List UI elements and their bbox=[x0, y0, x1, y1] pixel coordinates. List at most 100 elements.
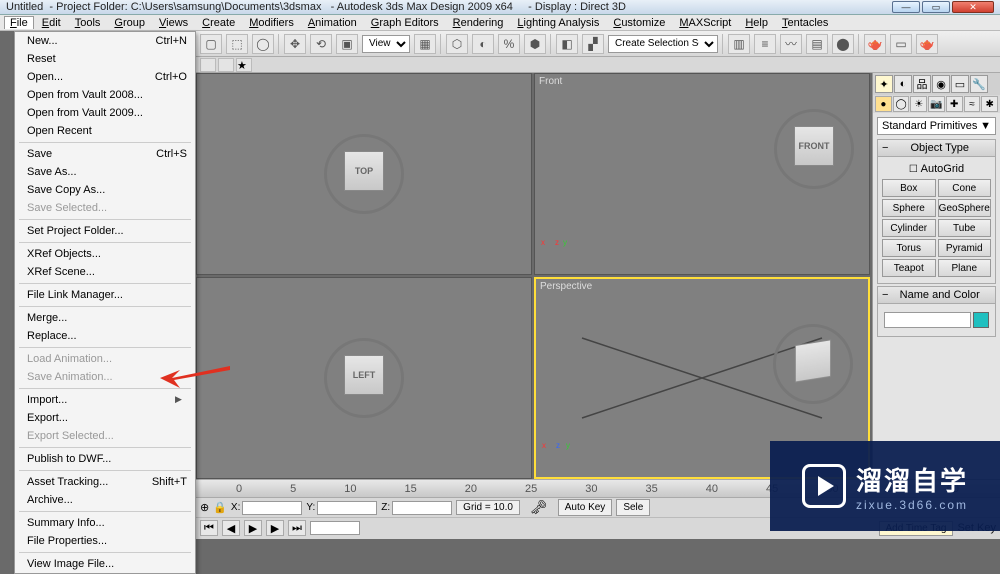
file-menu-open-from-vault-2008[interactable]: Open from Vault 2008... bbox=[15, 86, 195, 104]
file-menu-open-recent[interactable]: Open Recent▶ bbox=[15, 122, 195, 140]
file-menu-file-link-manager[interactable]: File Link Manager... bbox=[15, 286, 195, 304]
file-menu-import[interactable]: Import... bbox=[15, 391, 195, 409]
spacewarps-category-icon[interactable]: ≈ bbox=[964, 96, 981, 112]
primitive-cylinder-button[interactable]: Cylinder bbox=[882, 219, 936, 237]
toolbar-mirror-icon[interactable]: ▞ bbox=[582, 34, 604, 54]
primitive-torus-button[interactable]: Torus bbox=[882, 239, 936, 257]
primitive-category-dropdown[interactable]: Standard Primitives▼ bbox=[877, 117, 996, 135]
object-color-swatch[interactable] bbox=[973, 312, 989, 328]
primitive-plane-button[interactable]: Plane bbox=[938, 259, 992, 277]
file-menu-merge[interactable]: Merge... bbox=[15, 309, 195, 327]
toolbar-select-icon[interactable]: ▢ bbox=[200, 34, 222, 54]
file-menu-save[interactable]: SaveCtrl+S bbox=[15, 145, 195, 163]
file-menu-export[interactable]: Export... bbox=[15, 409, 195, 427]
toolbar-region-icon[interactable]: ⬚ bbox=[226, 34, 248, 54]
file-menu-save-copy-as[interactable]: Save Copy As... bbox=[15, 181, 195, 199]
primitive-tube-button[interactable]: Tube bbox=[938, 219, 992, 237]
menu-tentacles[interactable]: Tentacles bbox=[776, 16, 834, 30]
menu-views[interactable]: Views bbox=[153, 16, 194, 30]
file-menu-reset[interactable]: Reset bbox=[15, 50, 195, 68]
file-menu-save-as[interactable]: Save As... bbox=[15, 163, 195, 181]
viewport-left[interactable]: LEFT bbox=[196, 277, 532, 479]
y-coord-input[interactable] bbox=[317, 501, 377, 515]
file-menu-replace[interactable]: Replace... bbox=[15, 327, 195, 345]
toolbar-rotate-icon[interactable]: ⟲ bbox=[310, 34, 332, 54]
file-menu-xref-scene[interactable]: XRef Scene... bbox=[15, 263, 195, 281]
toolbar-scale-icon[interactable]: ▣ bbox=[336, 34, 358, 54]
window-close-button[interactable]: ✕ bbox=[952, 1, 994, 13]
motion-panel-tab[interactable]: ◉ bbox=[932, 75, 950, 93]
menu-lighting-analysis[interactable]: Lighting Analysis bbox=[511, 16, 605, 30]
play-icon[interactable]: ▶ bbox=[244, 520, 262, 536]
create-panel-tab[interactable]: ✦ bbox=[875, 75, 893, 93]
primitive-sphere-button[interactable]: Sphere bbox=[882, 199, 936, 217]
file-menu-open-from-vault-2009[interactable]: Open from Vault 2009... bbox=[15, 104, 195, 122]
z-coord-input[interactable] bbox=[392, 501, 452, 515]
geometry-category-icon[interactable]: ● bbox=[875, 96, 892, 112]
selection-set-dropdown[interactable]: Create Selection Set bbox=[608, 35, 718, 53]
window-minimize-button[interactable]: — bbox=[892, 1, 920, 13]
systems-category-icon[interactable]: ✱ bbox=[981, 96, 998, 112]
goto-start-icon[interactable]: ⏮ bbox=[200, 520, 218, 536]
file-menu-archive[interactable]: Archive... bbox=[15, 491, 195, 509]
menu-group[interactable]: Group bbox=[108, 16, 151, 30]
viewcube-left[interactable]: LEFT bbox=[344, 355, 384, 395]
menu-modifiers[interactable]: Modifiers bbox=[243, 16, 300, 30]
modify-panel-tab[interactable]: ◐ bbox=[894, 75, 912, 93]
lock-selection-icon[interactable]: 🔒 bbox=[213, 501, 227, 514]
toolbar-center-icon[interactable]: ▦ bbox=[414, 34, 436, 54]
toolbar-render-frame-icon[interactable]: ▭ bbox=[890, 34, 912, 54]
utilities-panel-tab[interactable]: 🔧 bbox=[970, 75, 988, 93]
file-menu-file-properties[interactable]: File Properties... bbox=[15, 532, 195, 550]
toolbar-curve-editor-icon[interactable]: 〰 bbox=[780, 34, 802, 54]
menu-graph-editors[interactable]: Graph Editors bbox=[365, 16, 445, 30]
menu-help[interactable]: Help bbox=[739, 16, 774, 30]
current-frame-input[interactable] bbox=[310, 521, 360, 535]
helpers-category-icon[interactable]: ✚ bbox=[946, 96, 963, 112]
file-menu-set-project-folder[interactable]: Set Project Folder... bbox=[15, 222, 195, 240]
file-menu-new[interactable]: New...Ctrl+N bbox=[15, 32, 195, 50]
name-color-rollout-header[interactable]: −Name and Color bbox=[877, 286, 996, 304]
file-menu-xref-objects[interactable]: XRef Objects... bbox=[15, 245, 195, 263]
file-menu-summary-info[interactable]: Summary Info... bbox=[15, 514, 195, 532]
menu-create[interactable]: Create bbox=[196, 16, 241, 30]
selection-filter[interactable]: Sele bbox=[616, 499, 650, 516]
display-panel-tab[interactable]: ▭ bbox=[951, 75, 969, 93]
key-lock-icon[interactable]: 🗝 bbox=[524, 499, 554, 516]
object-type-rollout-header[interactable]: −Object Type bbox=[877, 139, 996, 157]
prev-frame-icon[interactable]: ◀ bbox=[222, 520, 240, 536]
primitive-teapot-button[interactable]: Teapot bbox=[882, 259, 936, 277]
file-menu-publish-to-dwf[interactable]: Publish to DWF... bbox=[15, 450, 195, 468]
goto-end-icon[interactable]: ⏭ bbox=[288, 520, 306, 536]
viewport-top[interactable]: TOP bbox=[196, 73, 532, 275]
primitive-geosphere-button[interactable]: GeoSphere bbox=[938, 199, 992, 217]
menu-maxscript[interactable]: MAXScript bbox=[673, 16, 737, 30]
cameras-category-icon[interactable]: 📷 bbox=[928, 96, 945, 112]
toolbar-layers-icon[interactable]: ≡ bbox=[754, 34, 776, 54]
menu-edit[interactable]: Edit bbox=[36, 16, 67, 30]
file-menu-asset-tracking[interactable]: Asset Tracking...Shift+T bbox=[15, 473, 195, 491]
toolbar-snap-icon[interactable]: ⬡ bbox=[446, 34, 468, 54]
next-frame-icon[interactable]: ▶ bbox=[266, 520, 284, 536]
autogrid-checkbox[interactable]: ☐ AutoGrid bbox=[882, 161, 991, 177]
toolbar-schematic-icon[interactable]: ▤ bbox=[806, 34, 828, 54]
secondary-tool-2[interactable] bbox=[218, 58, 234, 72]
viewcube-perspective[interactable] bbox=[795, 339, 831, 382]
hierarchy-panel-tab[interactable]: 品 bbox=[913, 75, 931, 93]
menu-animation[interactable]: Animation bbox=[302, 16, 363, 30]
viewport-front[interactable]: Front FRONT z y x bbox=[534, 73, 870, 275]
menu-rendering[interactable]: Rendering bbox=[447, 16, 510, 30]
secondary-tool-3[interactable]: ★ bbox=[236, 58, 252, 72]
object-name-input[interactable] bbox=[884, 312, 971, 328]
window-maximize-button[interactable]: ▭ bbox=[922, 1, 950, 13]
toolbar-angle-snap-icon[interactable]: ◐ bbox=[472, 34, 494, 54]
toolbar-move-icon[interactable]: ✥ bbox=[284, 34, 306, 54]
menu-tools[interactable]: Tools bbox=[69, 16, 107, 30]
primitive-box-button[interactable]: Box bbox=[882, 179, 936, 197]
viewcube-front[interactable]: FRONT bbox=[794, 126, 834, 166]
menu-file[interactable]: File bbox=[4, 16, 34, 29]
file-menu-open[interactable]: Open...Ctrl+O bbox=[15, 68, 195, 86]
transform-typein-icon[interactable]: ⊕ bbox=[200, 501, 209, 514]
viewcube-top[interactable]: TOP bbox=[344, 151, 384, 191]
toolbar-named-sel-icon[interactable]: ◧ bbox=[556, 34, 578, 54]
